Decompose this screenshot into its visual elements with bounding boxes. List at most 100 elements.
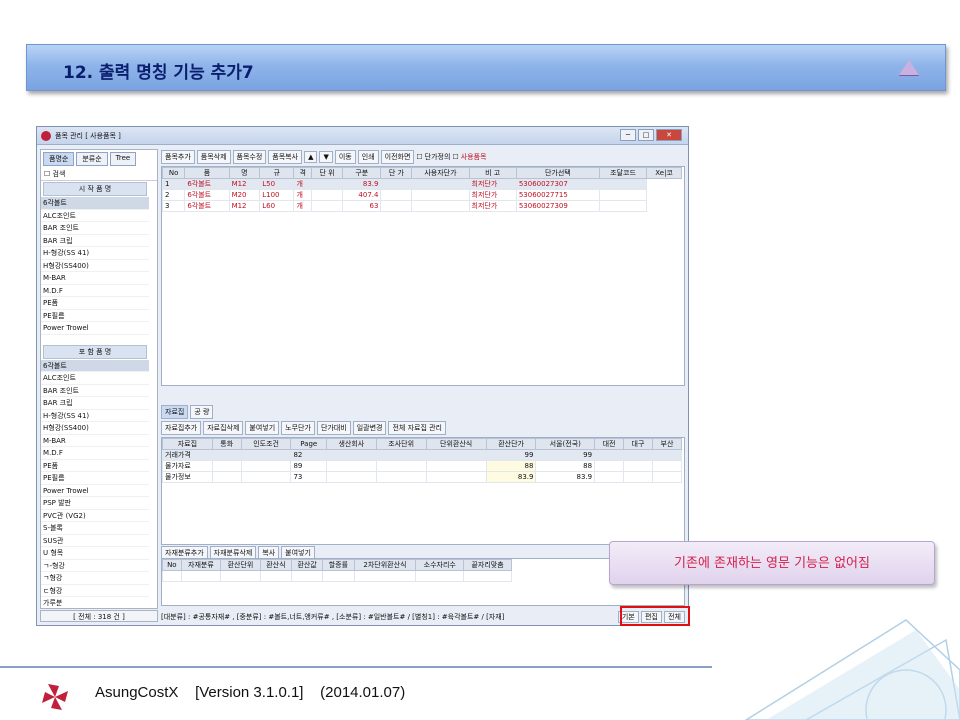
table-cell[interactable]: 53060027715 bbox=[515, 189, 600, 201]
list-item[interactable]: PE폼 bbox=[41, 460, 149, 472]
table-cell[interactable] bbox=[375, 449, 427, 461]
column-header[interactable]: 환산값 bbox=[290, 559, 324, 571]
toolbar-button[interactable]: 품목삭제 bbox=[196, 150, 231, 164]
table-cell[interactable]: 물가자료 bbox=[162, 460, 213, 472]
table-cell[interactable]: 407.4 bbox=[341, 189, 382, 201]
column-header[interactable]: 소수자리수 bbox=[415, 559, 465, 571]
list-item[interactable]: 가루분 bbox=[41, 597, 149, 610]
table-cell[interactable] bbox=[623, 471, 653, 483]
list-item[interactable]: U 형목 bbox=[41, 547, 149, 560]
toolbar-button[interactable]: 품목복사 bbox=[268, 150, 303, 164]
collection-toolbar-button[interactable]: 전체 자료집 관리 bbox=[388, 421, 446, 435]
tab-name-order[interactable]: 품명순 bbox=[43, 152, 75, 166]
toolbar-button[interactable]: 인쇄 bbox=[357, 150, 379, 164]
list-item[interactable]: BAR 크립 bbox=[41, 397, 149, 410]
table-cell[interactable]: 83.9 bbox=[341, 178, 382, 190]
tab-data-collection[interactable]: 자료집 bbox=[161, 405, 189, 419]
table-cell[interactable] bbox=[325, 460, 377, 472]
column-header[interactable]: 단 가 bbox=[380, 167, 413, 179]
table-cell[interactable] bbox=[311, 200, 343, 212]
column-header[interactable]: 비 고 bbox=[468, 167, 517, 179]
tab-labor-quantity[interactable]: 공 량 bbox=[190, 405, 214, 419]
table-cell[interactable] bbox=[380, 200, 413, 212]
table-cell[interactable]: M20 bbox=[228, 189, 261, 201]
column-header[interactable]: 2차단위환산식 bbox=[353, 559, 417, 571]
table-cell[interactable] bbox=[598, 189, 648, 201]
tab-category-order[interactable]: 분류순 bbox=[76, 152, 108, 166]
table-cell[interactable]: 물가정보 bbox=[162, 471, 213, 483]
table-cell[interactable] bbox=[240, 460, 292, 472]
table-cell[interactable]: 6각볼트 bbox=[184, 178, 230, 190]
table-cell[interactable]: 89 bbox=[290, 460, 327, 472]
tab-tree[interactable]: Tree bbox=[109, 152, 137, 166]
toolbar-button[interactable]: ▲ bbox=[304, 151, 318, 163]
table-cell[interactable]: 6각볼트 bbox=[184, 200, 230, 212]
table-cell[interactable] bbox=[322, 570, 355, 582]
column-header[interactable]: 환산식 bbox=[259, 559, 293, 571]
table-cell[interactable] bbox=[651, 460, 683, 472]
column-header[interactable]: 인도조건 bbox=[240, 438, 292, 450]
table-cell[interactable]: 53060027307 bbox=[515, 178, 600, 190]
list-item[interactable]: 6각볼트 bbox=[41, 359, 149, 372]
table-cell[interactable] bbox=[594, 471, 625, 483]
close-button[interactable]: ✕ bbox=[656, 129, 682, 141]
table-cell[interactable] bbox=[623, 460, 653, 472]
table-cell[interactable] bbox=[375, 460, 427, 472]
list-item[interactable]: BAR 크립 bbox=[41, 235, 149, 247]
column-header[interactable]: 서울(전국) bbox=[535, 438, 596, 450]
list-item[interactable]: ㄱ-형강 bbox=[41, 560, 149, 572]
table-cell[interactable] bbox=[380, 189, 413, 201]
minimize-button[interactable]: ─ bbox=[620, 129, 636, 141]
column-header[interactable]: 자료집 bbox=[162, 438, 213, 450]
table-cell[interactable] bbox=[311, 178, 343, 190]
table-cell[interactable]: 73 bbox=[290, 471, 327, 483]
list-item[interactable]: ALC조인트 bbox=[41, 210, 149, 222]
column-header[interactable]: 조사단위 bbox=[375, 438, 427, 450]
list-item[interactable]: Power Trowel bbox=[41, 322, 149, 335]
table-cell[interactable]: 개 bbox=[293, 189, 313, 201]
collection-toolbar-button[interactable]: 자료집삭제 bbox=[203, 421, 244, 435]
collection-toolbar-button[interactable]: 자료집추가 bbox=[161, 421, 202, 435]
unit-price-checkbox[interactable]: ☐ bbox=[416, 153, 422, 161]
column-header[interactable]: 환산단가 bbox=[485, 438, 537, 450]
table-cell[interactable]: 2 bbox=[161, 189, 186, 201]
table-cell[interactable] bbox=[411, 189, 470, 201]
table-cell[interactable] bbox=[290, 570, 324, 582]
column-header[interactable]: 단 위 bbox=[311, 167, 343, 179]
column-header[interactable]: 구분 bbox=[341, 167, 382, 179]
table-cell[interactable] bbox=[598, 178, 648, 190]
column-header[interactable]: 끝자리맞춤 bbox=[463, 559, 512, 571]
table-cell[interactable]: 개 bbox=[293, 178, 313, 190]
table-cell[interactable]: 6각볼트 bbox=[184, 189, 230, 201]
table-cell[interactable] bbox=[211, 449, 242, 461]
table-cell[interactable] bbox=[425, 449, 487, 461]
table-cell[interactable] bbox=[425, 460, 487, 472]
column-header[interactable]: 대전 bbox=[594, 438, 625, 450]
table-cell[interactable] bbox=[594, 449, 625, 461]
table-cell[interactable]: 53060027309 bbox=[515, 200, 600, 212]
table-cell[interactable] bbox=[240, 449, 292, 461]
column-header[interactable]: 자재분류 bbox=[180, 559, 222, 571]
table-cell[interactable] bbox=[325, 471, 377, 483]
list-item[interactable]: H형강(SS400) bbox=[41, 422, 149, 435]
table-row[interactable]: 물가정보 73 83.9 83.9 bbox=[162, 471, 683, 483]
list-item[interactable]: M.D.F bbox=[41, 447, 149, 460]
table-cell[interactable] bbox=[311, 189, 343, 201]
column-header[interactable]: 단가선택 bbox=[515, 167, 600, 179]
table-row[interactable] bbox=[162, 570, 512, 582]
list-item[interactable]: H-형강(SS 41) bbox=[41, 247, 149, 260]
list-item[interactable]: PE폼 bbox=[41, 297, 149, 310]
list-item[interactable]: M.D.F bbox=[41, 285, 149, 297]
table-cell[interactable] bbox=[375, 471, 427, 483]
list-item[interactable]: ALC조인트 bbox=[41, 372, 149, 385]
list-item[interactable]: ㄷ형강 bbox=[41, 585, 149, 597]
list-item[interactable]: 6각볼트 bbox=[41, 197, 149, 210]
table-row[interactable]: 3 6각볼트 M12 L60 개 63 최저단가 53060027309 bbox=[161, 200, 682, 212]
list-item[interactable]: PVC관 (VG2) bbox=[41, 510, 149, 522]
column-header[interactable]: Xe|코 bbox=[646, 167, 682, 179]
list-item[interactable]: M-BAR bbox=[41, 435, 149, 447]
table-cell[interactable]: 99 bbox=[535, 449, 596, 461]
table-cell[interactable]: 82 bbox=[290, 449, 327, 461]
column-header[interactable]: 할증률 bbox=[322, 559, 355, 571]
table-cell[interactable] bbox=[463, 570, 512, 582]
